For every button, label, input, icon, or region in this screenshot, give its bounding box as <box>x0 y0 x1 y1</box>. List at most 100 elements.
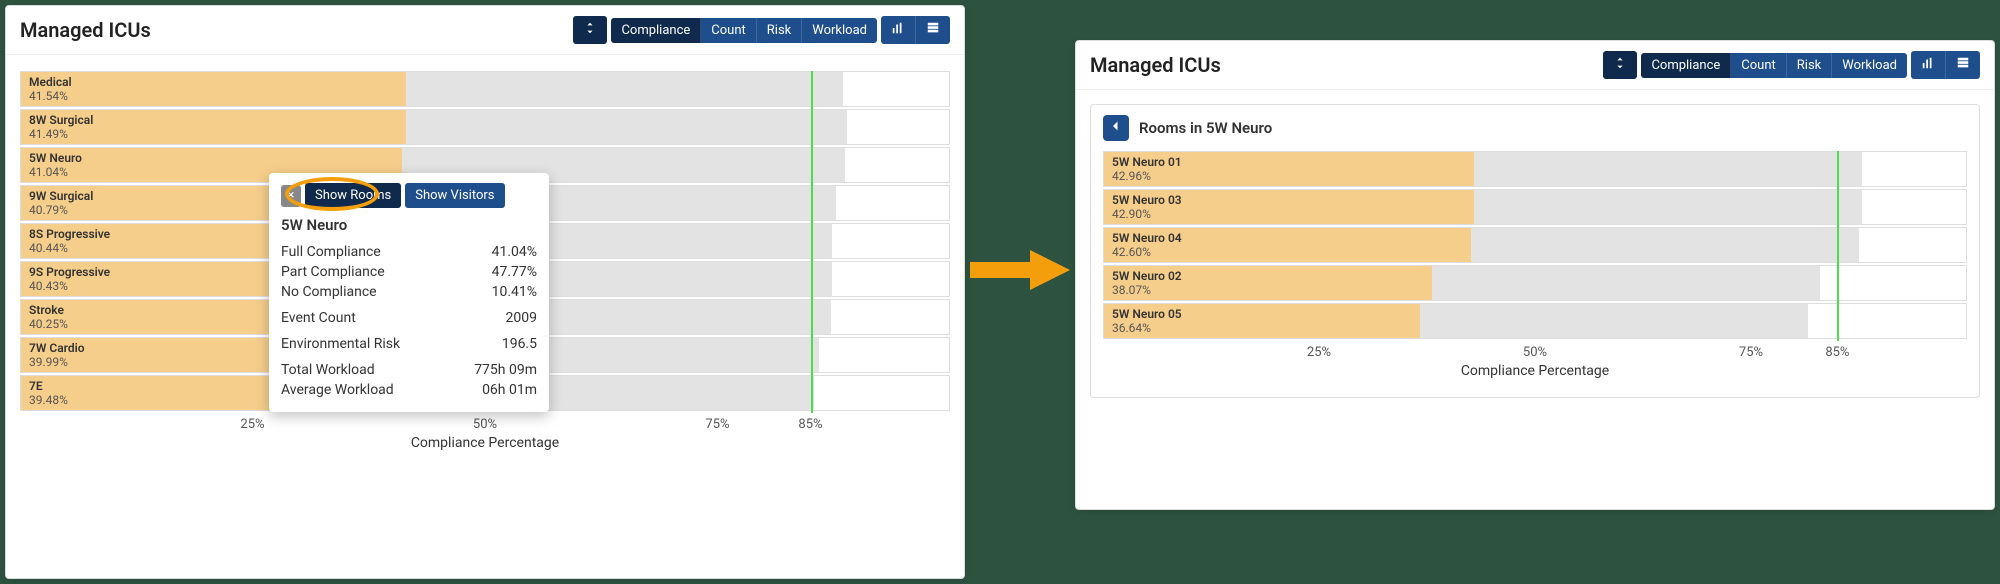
stat-label: Environmental Risk <box>281 336 400 352</box>
page-title: Managed ICUs <box>1090 53 1221 77</box>
count-button[interactable]: Count <box>1731 53 1786 78</box>
stat-total-workload: Total Workload 775h 09m <box>281 360 537 380</box>
stat-label: Full Compliance <box>281 244 381 260</box>
table-view-button[interactable] <box>1946 51 1980 79</box>
bar-label: 5W Neuro 0238.07% <box>1112 269 1182 297</box>
axis-tick: 85% <box>798 417 822 432</box>
risk-stats: Environmental Risk 196.5 <box>281 334 537 354</box>
bar-label: 5W Neuro 0536.64% <box>1112 307 1182 335</box>
expand-button[interactable] <box>1603 51 1637 79</box>
bar-label: Stroke40.25% <box>29 303 68 331</box>
risk-button[interactable]: Risk <box>757 18 802 43</box>
view-group <box>1911 51 1980 79</box>
bar-name: Medical <box>29 75 72 89</box>
bar-name: 9W Surgical <box>29 189 93 203</box>
workload-stats: Total Workload 775h 09m Average Workload… <box>281 360 537 400</box>
bar-label: 5W Neuro41.04% <box>29 151 82 179</box>
bar-pct: 40.25% <box>29 317 68 331</box>
back-button[interactable] <box>1103 115 1129 141</box>
axis-tick: 75% <box>1739 345 1763 360</box>
show-rooms-button[interactable]: Show Rooms <box>305 183 401 208</box>
table-view-button[interactable] <box>916 16 950 44</box>
bar-name: 5W Neuro 03 <box>1112 193 1182 207</box>
bar-pct: 38.07% <box>1112 283 1182 297</box>
bar-pct: 42.60% <box>1112 245 1182 259</box>
close-button[interactable]: × <box>281 185 301 207</box>
page-title: Managed ICUs <box>20 18 151 42</box>
bar-name: 8S Progressive <box>29 227 110 241</box>
bar-label: 7W Cardio39.99% <box>29 341 85 369</box>
stat-value: 775h 09m <box>474 362 537 378</box>
count-button[interactable]: Count <box>701 18 756 43</box>
workload-button[interactable]: Workload <box>1832 53 1907 78</box>
stat-label: Event Count <box>281 310 356 326</box>
bar-chart-icon <box>891 21 905 39</box>
show-visitors-button[interactable]: Show Visitors <box>405 183 504 208</box>
bar-label: 8S Progressive40.44% <box>29 227 110 255</box>
stat-no-compliance: No Compliance 10.41% <box>281 282 537 302</box>
event-stats: Event Count 2009 <box>281 308 537 328</box>
stat-value: 196.5 <box>502 336 537 352</box>
stat-value: 47.77% <box>492 264 537 280</box>
bar-label: 5W Neuro 0442.60% <box>1112 231 1182 259</box>
bar-label: 7E39.48% <box>29 379 68 407</box>
stat-value: 10.41% <box>492 284 537 300</box>
axis-tick: 50% <box>473 417 497 432</box>
bar-label: 9W Surgical40.79% <box>29 189 93 217</box>
stat-value: 06h 01m <box>482 382 537 398</box>
bar-name: 9S Progressive <box>29 265 110 279</box>
bar-label: 9S Progressive40.43% <box>29 265 110 293</box>
chart-view-button[interactable] <box>881 16 916 44</box>
bar-pct: 39.48% <box>29 393 68 407</box>
bar-label: 8W Surgical41.49% <box>29 113 93 141</box>
left-panel: Managed ICUs Compliance Count Risk Workl… <box>5 5 965 579</box>
metric-group: Compliance Count Risk Workload <box>611 18 877 43</box>
bar-name: 5W Neuro 01 <box>1112 155 1182 169</box>
arrow-icon <box>970 250 1070 290</box>
stat-value: 2009 <box>506 310 537 326</box>
axis-tick: 25% <box>240 417 264 432</box>
bar-name: 5W Neuro 04 <box>1112 231 1182 245</box>
bar-popover: × Show Rooms Show Visitors 5W Neuro Full… <box>269 173 549 412</box>
bar-pct: 39.99% <box>29 355 85 369</box>
bar-pct: 40.43% <box>29 279 110 293</box>
axis-left: 85%75%50%25% Compliance Percentage <box>20 417 950 457</box>
axis-right: 85%75%50%25% Compliance Percentage <box>1103 345 1967 385</box>
bar-label: Medical41.54% <box>29 75 72 103</box>
risk-button[interactable]: Risk <box>1787 53 1832 78</box>
expand-icon <box>1613 56 1627 74</box>
compliance-button[interactable]: Compliance <box>1641 53 1731 78</box>
bar-name: 5W Neuro 05 <box>1112 307 1182 321</box>
bar-name: 7E <box>29 379 68 393</box>
bar-name: Stroke <box>29 303 68 317</box>
bar-pct: 40.79% <box>29 203 93 217</box>
workload-button[interactable]: Workload <box>802 18 877 43</box>
stat-full-compliance: Full Compliance 41.04% <box>281 242 537 262</box>
stat-label: No Compliance <box>281 284 377 300</box>
table-icon <box>926 21 940 39</box>
axis-tick: 85% <box>1825 345 1849 360</box>
toolbar-right: Compliance Count Risk Workload <box>1603 51 1980 79</box>
bar-name: 8W Surgical <box>29 113 93 127</box>
bar-name: 5W Neuro <box>29 151 82 165</box>
stat-value: 41.04% <box>492 244 537 260</box>
bar-pct: 41.49% <box>29 127 93 141</box>
bar-label: 5W Neuro 0142.96% <box>1112 155 1182 183</box>
axis-tick: 75% <box>705 417 729 432</box>
threshold-line <box>811 71 813 413</box>
popover-title: 5W Neuro <box>281 216 537 234</box>
stat-env-risk: Environmental Risk 196.5 <box>281 334 537 354</box>
chevron-left-icon <box>1110 120 1122 136</box>
stat-avg-workload: Average Workload 06h 01m <box>281 380 537 400</box>
bar-name: 7W Cardio <box>29 341 85 355</box>
table-icon <box>1956 56 1970 74</box>
bar-pct: 42.90% <box>1112 207 1182 221</box>
chart-view-button[interactable] <box>1911 51 1946 79</box>
compliance-button[interactable]: Compliance <box>611 18 701 43</box>
popover-actions: × Show Rooms Show Visitors <box>281 183 537 208</box>
close-icon: × <box>288 188 295 203</box>
expand-button[interactable] <box>573 16 607 44</box>
axis-tick: 25% <box>1307 345 1331 360</box>
drilldown-title: Rooms in 5W Neuro <box>1139 119 1272 137</box>
bar-pct: 41.54% <box>29 89 72 103</box>
